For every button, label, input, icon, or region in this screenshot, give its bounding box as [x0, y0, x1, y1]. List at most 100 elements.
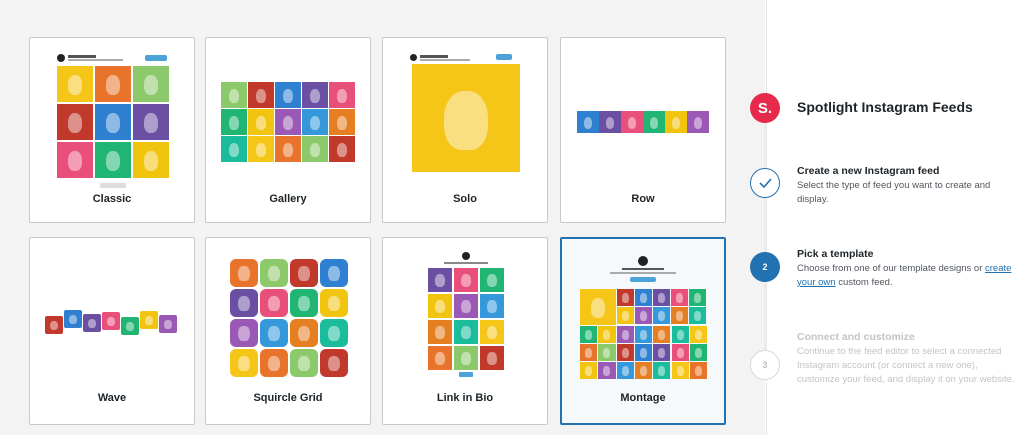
steps-connector-line	[764, 120, 766, 380]
step-number: 3	[750, 350, 780, 380]
photo-thumbnail	[634, 326, 653, 343]
photo-thumbnail	[671, 344, 689, 361]
avatar	[638, 256, 648, 266]
template-label: Link in Bio	[436, 392, 494, 404]
photo-thumbnail	[302, 136, 328, 162]
photo-thumbnail	[329, 136, 355, 162]
photo-thumbnail	[248, 136, 274, 162]
photo-thumbnail	[671, 307, 688, 324]
photo-thumbnail	[260, 289, 288, 317]
photo-thumbnail	[57, 66, 93, 102]
photo-thumbnail	[102, 312, 120, 330]
photo-thumbnail	[580, 362, 598, 379]
photo-thumbnail	[45, 316, 63, 334]
photo-thumbnail	[302, 82, 328, 108]
photo-thumbnail	[480, 268, 504, 292]
photo-thumbnail	[617, 307, 634, 324]
template-label: Squircle Grid	[253, 392, 323, 404]
step-number: 2	[750, 252, 780, 282]
photo-thumbnail	[689, 326, 708, 343]
squircle-grid-preview	[230, 259, 348, 377]
photo-thumbnail	[320, 259, 348, 287]
photo-thumbnail	[621, 111, 643, 133]
photo-thumbnail	[577, 111, 599, 133]
step-description: Select the type of feed you want to crea…	[797, 180, 991, 205]
photo-thumbnail	[598, 344, 616, 361]
load-more-preview	[100, 183, 126, 188]
template-card-wave[interactable]: Wave	[29, 237, 195, 425]
photo-thumbnail	[290, 319, 318, 347]
photo-thumbnail	[64, 310, 82, 328]
photo-thumbnail	[248, 82, 274, 108]
placeholder-bar	[610, 272, 676, 274]
photo-thumbnail	[428, 346, 452, 370]
photo-thumbnail	[635, 289, 652, 306]
photo-thumbnail	[635, 307, 652, 324]
photo-thumbnail	[95, 142, 131, 178]
photo-thumbnail	[121, 317, 139, 335]
photo-thumbnail	[230, 349, 258, 377]
photo-thumbnail	[665, 111, 687, 133]
photo-thumbnail	[230, 319, 258, 347]
template-card-solo[interactable]: Solo	[382, 37, 548, 223]
photo-thumbnail	[412, 64, 520, 172]
photo-thumbnail	[480, 346, 504, 370]
photo-thumbnail	[616, 326, 634, 343]
photo-thumbnail	[634, 362, 653, 379]
photo-thumbnail	[689, 344, 708, 361]
follow-button-preview	[145, 55, 167, 61]
link-in-bio-preview	[428, 252, 504, 382]
photo-thumbnail	[290, 289, 318, 317]
photo-thumbnail	[480, 320, 504, 344]
photo-thumbnail	[221, 136, 247, 162]
photo-thumbnail	[653, 326, 671, 343]
placeholder-bar	[622, 268, 664, 270]
template-card-row[interactable]: Row	[560, 37, 726, 223]
follow-button-preview	[496, 54, 512, 60]
photo-thumbnail	[671, 289, 688, 306]
avatar	[462, 252, 470, 260]
photo-thumbnail	[643, 111, 665, 133]
photo-thumbnail	[57, 104, 93, 140]
row-preview	[577, 111, 711, 133]
classic-preview	[57, 52, 169, 190]
photo-thumbnail	[221, 109, 247, 135]
photo-thumbnail	[133, 142, 169, 178]
photo-thumbnail	[290, 259, 318, 287]
photo-thumbnail	[133, 104, 169, 140]
photo-thumbnail	[133, 66, 169, 102]
photo-thumbnail	[290, 349, 318, 377]
photo-thumbnail	[329, 82, 355, 108]
template-card-link-in-bio[interactable]: Link in Bio	[382, 237, 548, 425]
photo-thumbnail	[653, 289, 670, 306]
template-label: Row	[631, 193, 655, 205]
follow-button-preview	[630, 277, 656, 282]
photo-thumbnail	[260, 349, 288, 377]
template-label: Montage	[620, 392, 666, 404]
solo-preview	[410, 52, 522, 174]
photo-thumbnail	[616, 362, 634, 379]
photo-thumbnail	[230, 289, 258, 317]
step-title: Connect and customize	[797, 331, 915, 343]
photo-thumbnail	[428, 294, 452, 318]
template-card-squircle-grid[interactable]: Squircle Grid	[205, 237, 371, 425]
photo-thumbnail	[329, 109, 355, 135]
template-card-montage[interactable]: Montage	[560, 237, 726, 425]
link-button-preview	[459, 372, 473, 377]
template-card-classic[interactable]: Classic	[29, 37, 195, 223]
photo-thumbnail	[275, 82, 301, 108]
photo-thumbnail	[598, 362, 616, 379]
photo-thumbnail	[260, 319, 288, 347]
photo-thumbnail	[320, 289, 348, 317]
photo-thumbnail	[275, 136, 301, 162]
template-label: Solo	[453, 193, 477, 205]
photo-thumbnail	[320, 319, 348, 347]
photo-thumbnail	[428, 320, 452, 344]
template-card-gallery[interactable]: Gallery	[205, 37, 371, 223]
step-description: Continue to the feed editor to select a …	[797, 346, 1015, 385]
step-description-text: Choose from one of our template designs …	[797, 263, 985, 274]
photo-thumbnail	[248, 109, 274, 135]
avatar	[410, 54, 417, 61]
avatar	[57, 54, 65, 62]
photo-thumbnail	[599, 111, 621, 133]
